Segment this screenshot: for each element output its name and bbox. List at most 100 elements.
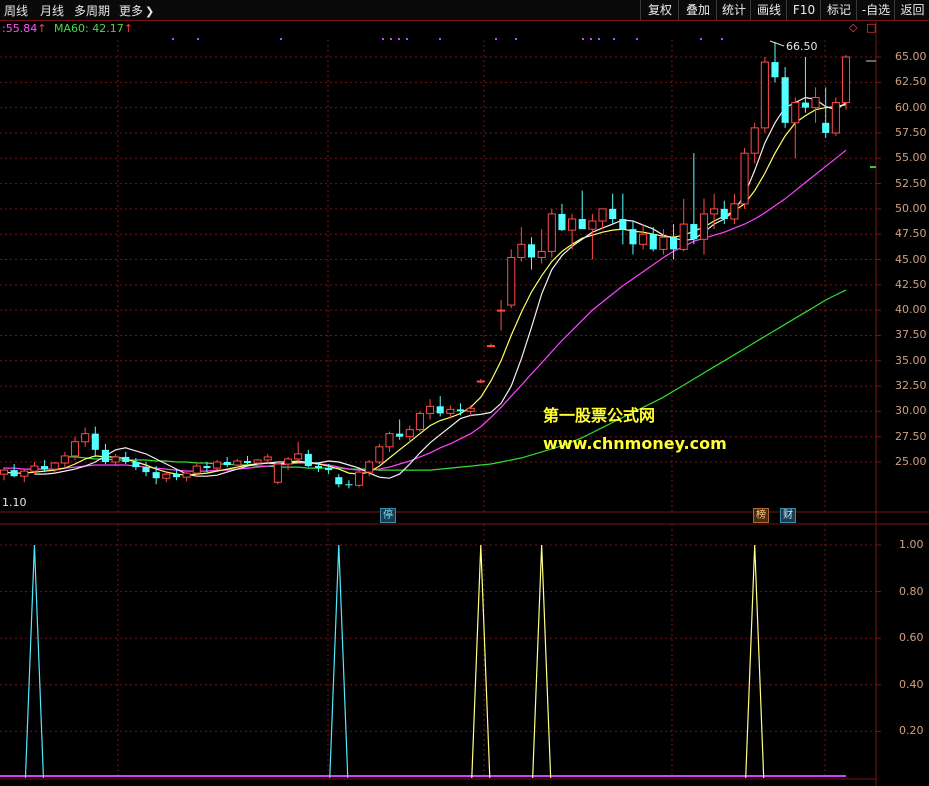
marker-dot: [515, 38, 517, 40]
candle-body-up: [375, 446, 384, 463]
price-axis-label: 47.50: [895, 227, 927, 241]
candle-body-down: [91, 433, 99, 450]
candle-body-up: [355, 471, 364, 486]
candle-body-up: [182, 472, 191, 478]
limit-badge[interactable]: 停: [380, 508, 396, 523]
candle-body-up: [162, 473, 171, 479]
sub-axis-label: 0.80: [899, 584, 924, 598]
candle-body-up: [192, 465, 201, 474]
marker-dot: [636, 38, 638, 40]
candle-body-down: [578, 219, 586, 230]
candle-body-up: [385, 433, 394, 448]
candle-body-down: [609, 208, 617, 219]
candle-body-up: [233, 460, 242, 466]
candle-body-down: [345, 484, 353, 486]
candle-body-up: [760, 61, 769, 129]
price-chart[interactable]: [0, 0, 929, 786]
ma-line: [4, 149, 847, 472]
candle-body-up: [740, 152, 749, 205]
candle-body-up: [70, 441, 80, 457]
candle-body-down: [142, 467, 150, 473]
candle-body-up: [415, 412, 424, 431]
candle-body-down: [132, 462, 140, 468]
candle-body-down: [396, 433, 404, 437]
candle-body-down: [822, 122, 830, 133]
marker-dot: [700, 38, 702, 40]
marker-dot: [390, 38, 392, 40]
price-axis-label: 37.50: [895, 328, 927, 342]
candle-body-down: [223, 462, 231, 466]
candle-body-up: [639, 233, 648, 245]
high-price-label: 66.50: [786, 40, 818, 53]
candle-body-up: [60, 455, 69, 464]
price-axis-label: 30.00: [895, 404, 927, 418]
price-axis-label: 35.00: [895, 353, 927, 367]
candle-body-up: [405, 429, 414, 438]
candle-body-down: [10, 470, 18, 477]
candle-body-up: [568, 218, 577, 231]
candle-body-down: [304, 453, 312, 467]
candle-body-up: [212, 461, 222, 469]
marker-dot: [598, 38, 600, 40]
marker-dot: [613, 38, 615, 40]
candle-body-down: [669, 237, 678, 250]
candle-body-up: [30, 465, 39, 472]
candle-body-down: [649, 234, 657, 250]
finance-badge[interactable]: 财: [780, 508, 796, 523]
candle-body-up: [497, 309, 506, 312]
candle-body-down: [619, 219, 627, 230]
left-value-label: 1.10: [2, 496, 27, 509]
ma-line: [64, 289, 847, 471]
candle-body-down: [203, 466, 211, 469]
price-axis-label: 25.00: [895, 455, 927, 468]
candle-body-up: [659, 236, 668, 250]
candle-body-down: [436, 406, 444, 414]
marker-dot: [590, 38, 592, 40]
candle-body-up: [750, 127, 759, 154]
sub-axis-label: 0.20: [899, 724, 924, 738]
marker-dot: [172, 38, 174, 40]
list-badge[interactable]: 榜: [753, 508, 769, 523]
price-axis-label: 45.00: [895, 252, 927, 266]
price-axis-label: 42.50: [895, 277, 927, 291]
signal-spike: [471, 544, 491, 779]
candle-body-up: [588, 220, 597, 230]
candle-body-up: [283, 458, 293, 465]
signal-spike: [24, 544, 45, 779]
candle-body-up: [598, 208, 607, 222]
candle-body-up: [111, 456, 120, 463]
price-axis-label: 62.50: [895, 75, 927, 89]
candle-body-down: [122, 456, 130, 462]
candle-body-down: [558, 213, 566, 231]
candle-body-up: [50, 462, 59, 470]
marker-dot: [398, 38, 400, 40]
price-axis-label: 32.50: [895, 379, 927, 393]
watermark-title: 第一股票公式网: [543, 406, 656, 425]
candle-body-down: [335, 477, 343, 485]
marker-dot: [197, 38, 199, 40]
candle-body-up: [547, 213, 556, 252]
marker-dot: [406, 38, 408, 40]
candle-body-up: [811, 97, 820, 109]
signal-spike: [745, 544, 765, 779]
price-axis-label: 40.00: [895, 303, 927, 317]
candle-body-down: [243, 460, 252, 464]
marker-dot: [439, 38, 441, 40]
candle-body-down: [781, 77, 789, 123]
candle-body-up: [537, 250, 546, 258]
sub-axis-label: 0.60: [899, 631, 924, 645]
high-price-pointer: [769, 40, 785, 47]
candle-body-up: [679, 223, 688, 250]
ma-line: [3, 104, 847, 476]
candle-body-down: [527, 244, 536, 258]
sub-axis-label: 0.40: [899, 677, 924, 691]
candle-body-up: [294, 453, 303, 460]
candle-body-down: [629, 229, 637, 245]
price-axis-label: 52.50: [895, 176, 927, 190]
candle-body-up: [365, 461, 374, 473]
price-axis-label: 57.50: [895, 125, 927, 139]
candle-body-up: [20, 470, 29, 477]
candle-body-up: [81, 433, 90, 443]
signal-spike: [532, 544, 552, 779]
candle-body-down: [172, 474, 181, 478]
